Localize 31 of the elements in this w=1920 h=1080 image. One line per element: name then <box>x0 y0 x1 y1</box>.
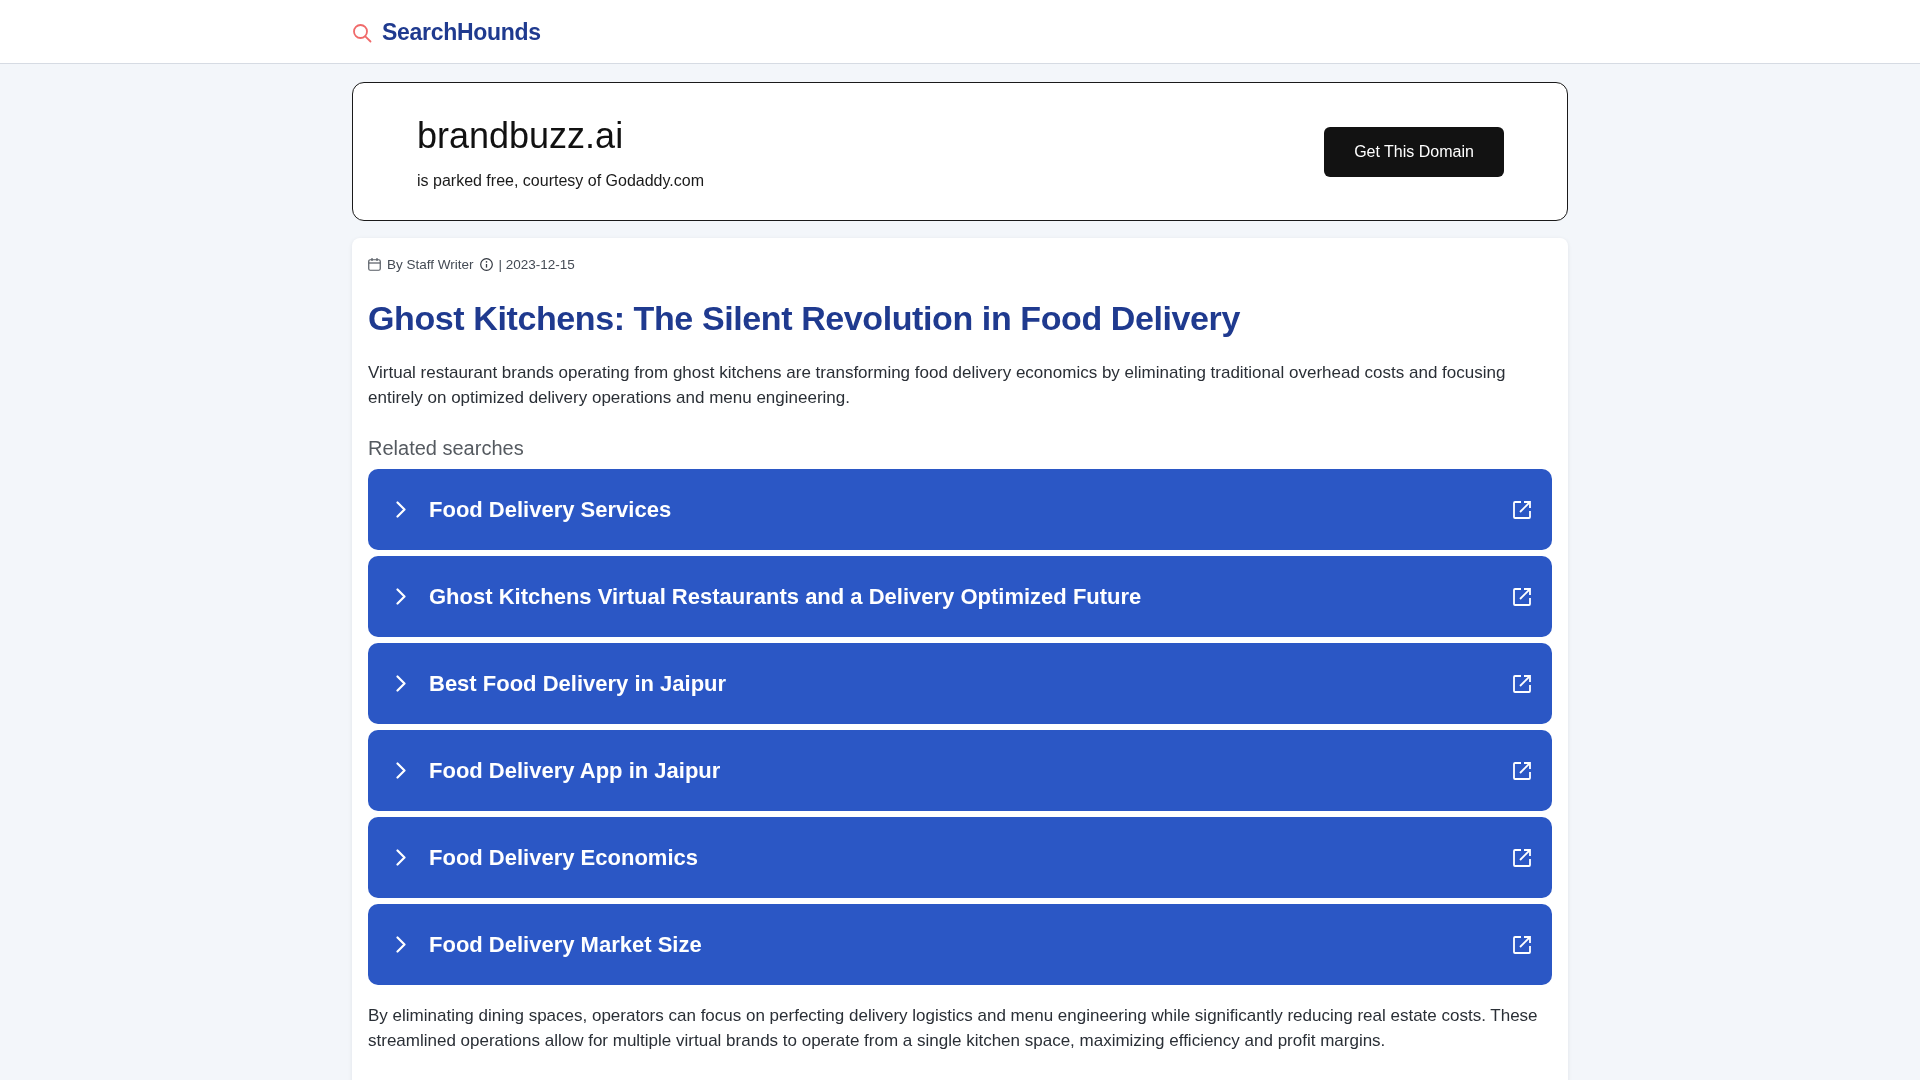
chevron-right-icon <box>396 501 406 518</box>
date-text: | 2023-12-15 <box>498 256 575 272</box>
chevron-right-icon <box>396 849 406 866</box>
external-link-icon <box>1513 500 1531 519</box>
logo-link[interactable]: SearchHounds <box>382 19 541 46</box>
related-search-link[interactable]: Food Delivery App in Jaipur <box>368 730 1552 811</box>
article-title: Ghost Kitchens: The Silent Revolution in Food Delivery <box>368 298 1241 339</box>
chevron-right-icon <box>396 936 406 953</box>
related-search-link[interactable]: Ghost Kitchens Virtual Restaurants and a Delivery Optimized Future <box>368 556 1552 637</box>
intro-paragraph: Virtual restaurant brands operating from ghost kitchens are transforming food delivery economics by eliminating traditional overhead costs and focusing entirely on optimized delivery operations and menu engineering. <box>368 362 1507 409</box>
related-search-link[interactable]: Food Delivery Market Size <box>368 904 1552 985</box>
external-link-icon <box>1513 587 1531 606</box>
author-text: By Staff Writer <box>387 256 474 272</box>
parked-note: is parked free, courtesy of Godaddy.com <box>417 170 704 191</box>
info-icon <box>479 257 493 271</box>
related-heading: Related searches <box>368 436 525 461</box>
chevron-right-icon <box>396 675 406 692</box>
get-domain-button[interactable]: Get This Domain <box>1324 126 1504 177</box>
related-search-link[interactable]: Best Food Delivery in Jaipur <box>368 643 1552 724</box>
search-icon <box>352 22 372 43</box>
external-link-icon <box>1513 848 1531 867</box>
domain-name: brandbuzz.ai <box>417 113 625 158</box>
chevron-right-icon <box>396 588 406 605</box>
external-link-icon <box>1513 674 1531 693</box>
related-search-link[interactable]: Food Delivery Services <box>368 469 1552 550</box>
related-search-link[interactable]: Food Delivery Economics <box>368 817 1552 898</box>
external-link-icon <box>1513 935 1531 954</box>
chevron-right-icon <box>396 762 406 779</box>
body-paragraph: By eliminating dining spaces, operators can focus on perfecting delivery logistics and menu engineering while significantly reducing real estate costs. These streamlined operations allow for multiple virtual brands to operate from a single kitchen space, maximizing efficiency and profit margins. <box>368 1005 1539 1052</box>
calendar-icon <box>368 257 381 271</box>
external-link-icon <box>1513 761 1531 780</box>
